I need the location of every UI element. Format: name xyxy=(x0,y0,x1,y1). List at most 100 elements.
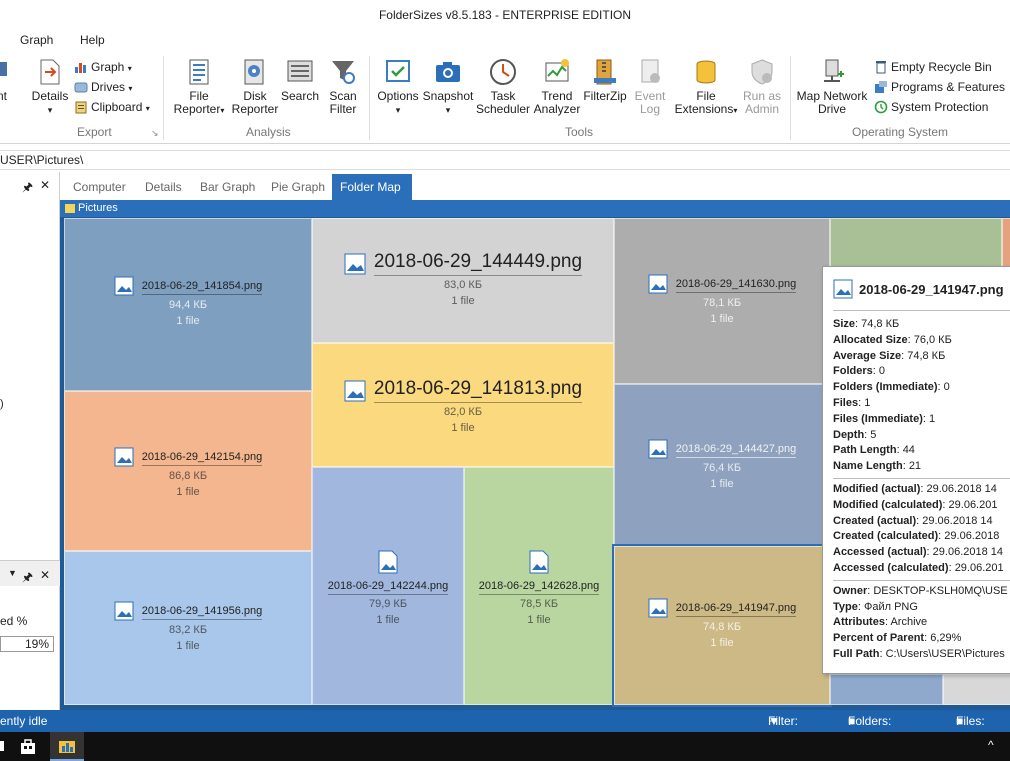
map-tile[interactable]: 2018-06-29_144427.png 76,4 КБ 1 file xyxy=(614,384,830,546)
tile-file-count: 1 file xyxy=(176,315,200,327)
tab-details[interactable]: Details xyxy=(137,174,190,200)
map-tile-partial[interactable] xyxy=(830,674,943,705)
tooltip-row-value: C:\Users\USER\Pictures xyxy=(885,647,1005,660)
pin-icon[interactable]: 🖈 xyxy=(22,178,33,199)
options-icon xyxy=(386,60,410,82)
event-log-button[interactable]: Event Log xyxy=(628,58,672,116)
chevron-up-icon[interactable]: ^ xyxy=(988,738,994,752)
image-file-icon xyxy=(648,439,668,459)
lower-close-icon[interactable]: ✕ xyxy=(40,568,50,582)
clipboard-icon xyxy=(74,100,88,114)
map-network-drive-button[interactable]: Map Network Drive xyxy=(794,58,870,116)
map-header[interactable]: Pictures xyxy=(60,200,1010,217)
event-log-icon xyxy=(641,59,660,83)
shield-icon xyxy=(751,59,773,85)
trend-analyzer-button[interactable]: Trend Analyzer xyxy=(532,58,582,116)
partial-ribbon-button[interactable]: nt xyxy=(0,58,12,103)
filterzip-button[interactable]: FilterZip xyxy=(582,58,628,103)
map-tile-selected[interactable]: 2018-06-29_141947.png 74,8 КБ 1 file xyxy=(612,544,832,707)
tooltip-row: Files: 1 xyxy=(833,396,871,409)
programs-icon xyxy=(874,80,888,94)
tooltip-row: Created (calculated): 29.06.2018 xyxy=(833,530,1000,543)
tooltip-row-value: 0 xyxy=(943,381,950,394)
disk-reporter-icon xyxy=(244,59,264,85)
camera-icon xyxy=(436,62,460,82)
map-tile[interactable]: 2018-06-29_142154.png 86,8 КБ 1 file xyxy=(64,391,312,551)
tile-size: 82,0 КБ xyxy=(443,406,483,418)
tooltip-row-label: Owner xyxy=(833,584,868,597)
tooltip-row-label: Accessed (calculated) xyxy=(833,561,949,574)
empty-recycle-bin-button[interactable]: Empty Recycle Bin xyxy=(874,58,992,76)
tooltip-row: Folders: 0 xyxy=(833,365,885,378)
tooltip-row-label: Created (actual) xyxy=(833,514,917,527)
tooltip-row: Depth: 5 xyxy=(833,428,877,441)
start-icon-partial[interactable] xyxy=(0,741,4,751)
clock-icon xyxy=(490,59,516,85)
tile-size: 78,1 КБ xyxy=(702,297,742,309)
view-tabs: Computer Details Bar Graph Pie Graph Fol… xyxy=(60,174,1010,200)
image-file-icon xyxy=(529,550,549,574)
tile-filename: 2018-06-29_141630.png xyxy=(675,278,797,294)
dropdown-icon[interactable]: ▼ xyxy=(8,568,17,578)
close-icon[interactable]: ✕ xyxy=(40,178,50,192)
map-tile-partial[interactable] xyxy=(943,674,1010,705)
tile-size: 79,9 КБ xyxy=(368,598,408,610)
tooltip-row-label: Modified (calculated) xyxy=(833,498,943,511)
tab-computer[interactable]: Computer xyxy=(65,174,134,200)
menu-help[interactable]: Help xyxy=(80,33,105,47)
tooltip-row-label: Type xyxy=(833,600,858,613)
filter-icon xyxy=(332,61,355,84)
tooltip-header: 2018-06-29_141947.png xyxy=(833,275,1010,311)
snapshot-button[interactable]: Snapshot ▾ xyxy=(421,58,475,117)
tile-filename: 2018-06-29_141813.png xyxy=(373,378,583,403)
export-graph-button[interactable]: Graph ▾ xyxy=(74,58,132,76)
lower-pin-icon[interactable]: 🖈 xyxy=(22,568,33,589)
map-tile[interactable]: 2018-06-29_142628.png 78,5 КБ 1 file xyxy=(464,467,614,705)
map-tile[interactable]: 2018-06-29_141813.png 82,0 КБ 1 file xyxy=(312,343,614,467)
file-extensions-button[interactable]: File Extensions▾ xyxy=(672,58,740,117)
tooltip-row: Modified (calculated): 29.06.201 xyxy=(833,498,998,511)
tile-size: 83,0 КБ xyxy=(443,279,483,291)
map-tile[interactable]: 2018-06-29_141630.png 78,1 КБ 1 file xyxy=(614,218,830,384)
run-as-admin-button[interactable]: Run as Admin xyxy=(740,58,784,116)
task-scheduler-button[interactable]: Task Scheduler xyxy=(476,58,530,116)
system-protection-button[interactable]: System Protection xyxy=(874,98,988,116)
lower-panel-header: ▼ 🖈 ✕ xyxy=(0,560,60,586)
disk-reporter-button[interactable]: Disk Reporter xyxy=(230,58,280,116)
tab-bar-graph[interactable]: Bar Graph xyxy=(192,174,263,200)
address-bar[interactable]: USER\Pictures\ xyxy=(0,150,1010,170)
tooltip-row-label: Name Length xyxy=(833,460,903,473)
search-button[interactable]: Search xyxy=(280,58,320,103)
map-tile[interactable]: 2018-06-29_142244.png 79,9 КБ 1 file xyxy=(312,467,464,705)
tooltip-row-value: 0 xyxy=(878,365,885,378)
dialog-launcher-icon[interactable]: ↘ xyxy=(151,128,159,139)
foldersizes-taskbar-button[interactable] xyxy=(50,732,84,761)
export-drives-button[interactable]: Drives ▾ xyxy=(74,78,132,96)
programs-features-button[interactable]: Programs & Features xyxy=(874,78,1005,96)
menu-graph[interactable]: Graph xyxy=(20,33,53,47)
tooltip-row: Folders (Immediate): 0 xyxy=(833,381,950,394)
tab-folder-map[interactable]: Folder Map xyxy=(332,174,412,200)
tooltip-row: Created (actual): 29.06.2018 14 xyxy=(833,514,993,527)
tooltip-row-label: Folders (Immediate) xyxy=(833,381,938,394)
store-icon[interactable] xyxy=(20,739,36,755)
tile-size: 94,4 КБ xyxy=(168,299,208,311)
tab-pie-graph[interactable]: Pie Graph xyxy=(263,174,333,200)
options-button[interactable]: Options ▾ xyxy=(375,58,421,117)
tooltip-row-label: Percent of Parent xyxy=(833,632,925,645)
tooltip-row-value: DESKTOP-KSLH0MQ\USE xyxy=(873,584,1008,597)
tooltip-row-value: 29.06.2018 14 xyxy=(932,546,1004,559)
map-tile[interactable]: 2018-06-29_141956.png 83,2 КБ 1 file xyxy=(64,551,312,705)
export-clipboard-button[interactable]: Clipboard ▾ xyxy=(74,98,150,116)
tooltip-row-label: Accessed (actual) xyxy=(833,546,927,559)
file-reporter-button[interactable]: File Reporter▾ xyxy=(170,58,228,117)
scan-filter-button[interactable]: Scan Filter xyxy=(322,58,364,116)
image-file-icon xyxy=(344,380,366,402)
status-bar: ently idle ▼ Filter: Off ■ Folders: 22,4… xyxy=(0,710,1010,750)
tile-filename: 2018-06-29_142244.png xyxy=(327,580,449,595)
map-tile[interactable]: 2018-06-29_141854.png 94,4 КБ 1 file xyxy=(64,218,312,391)
map-tile[interactable]: 2018-06-29_144449.png 83,0 КБ 1 file xyxy=(312,218,614,343)
details-button[interactable]: Details ▾ xyxy=(30,58,70,117)
tile-filename: 2018-06-29_141854.png xyxy=(141,280,263,296)
tooltip-row: Modified (actual): 29.06.2018 14 xyxy=(833,482,997,495)
